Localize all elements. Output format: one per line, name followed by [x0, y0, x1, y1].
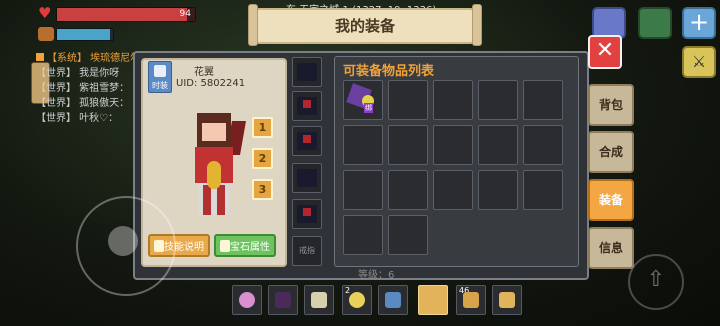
- inventory-slot[interactable]: [388, 125, 428, 165]
- heart-icon: ♥: [38, 4, 52, 22]
- hunger-icon: [38, 27, 54, 41]
- ring-slot-label: 戒指: [299, 246, 315, 255]
- joystick-thumb[interactable]: [108, 226, 138, 256]
- tab-equipment[interactable]: 装备: [588, 179, 634, 221]
- equip-slot-chest[interactable]: [292, 126, 322, 156]
- avatar-weapon: [207, 161, 221, 189]
- plus-button[interactable]: +: [682, 7, 716, 39]
- character-avatar: [185, 113, 246, 221]
- hotbar-slot[interactable]: 46: [456, 285, 486, 315]
- helmet-item: [297, 63, 317, 81]
- dialog-title: 我的装备: [334, 17, 395, 35]
- inventory-slot[interactable]: [388, 170, 428, 210]
- block-item-icon: [463, 292, 479, 308]
- inventory-slot[interactable]: [388, 80, 428, 120]
- tab-info[interactable]: 信息: [588, 227, 634, 269]
- player-level: 等级：6: [358, 270, 395, 281]
- inventory-slot[interactable]: [478, 80, 518, 120]
- hotbar-slot[interactable]: [304, 285, 334, 315]
- legs-item: [297, 169, 317, 187]
- axe-item-icon: [385, 292, 401, 308]
- equip-slot-boots[interactable]: [292, 199, 322, 229]
- jump-button[interactable]: ⇧: [628, 254, 684, 310]
- fashion-button[interactable]: 时装: [148, 61, 172, 93]
- gem-icon: [220, 240, 230, 252]
- avatar-leg-left: [203, 185, 211, 215]
- hotbar-slot[interactable]: [232, 285, 262, 315]
- gem-attributes-button[interactable]: 宝石属性: [214, 234, 276, 257]
- hotbar-count: 2: [345, 286, 351, 295]
- chest-item-accent: [303, 135, 311, 143]
- hotbar-slot-selected[interactable]: [418, 285, 448, 315]
- avatar-leg-right: [217, 185, 225, 215]
- gem-attributes-label: 宝石属性: [230, 242, 270, 253]
- hunger-bar-fill: [57, 29, 111, 40]
- scroll-item-icon: [311, 292, 327, 308]
- hunger-bar: [56, 28, 114, 41]
- weapon-item-accent: [303, 100, 311, 108]
- inventory-slot[interactable]: [433, 125, 473, 165]
- loadout-1-button[interactable]: 1: [252, 117, 273, 138]
- inventory-slot[interactable]: [523, 170, 563, 210]
- inventory-slot[interactable]: [343, 125, 383, 165]
- shop-button[interactable]: [638, 7, 672, 39]
- hotbar-slot[interactable]: 2: [342, 285, 372, 315]
- tab-backpack[interactable]: 背包: [588, 84, 634, 126]
- seed-item-icon: [349, 292, 365, 308]
- bound-tag: 绑: [364, 103, 373, 113]
- inventory-slot[interactable]: [523, 125, 563, 165]
- scroll-knob-left: [248, 4, 258, 46]
- speaker-icon: [36, 53, 44, 61]
- hotbar-slot[interactable]: [378, 285, 408, 315]
- inventory-slot[interactable]: [343, 215, 383, 255]
- inventory-slot[interactable]: [343, 170, 383, 210]
- equip-slot-ring[interactable]: 戒指: [292, 236, 322, 266]
- inventory-title: 可装备物品列表: [343, 64, 435, 79]
- fashion-label: 时装: [152, 81, 168, 90]
- health-value: 94: [179, 9, 191, 19]
- loadout-2-button[interactable]: 2: [252, 148, 273, 169]
- inventory-slot[interactable]: [523, 80, 563, 120]
- player-uid: UID: 5802241: [176, 78, 246, 89]
- tab-crafting[interactable]: 合成: [588, 131, 634, 173]
- health-bar: 94: [56, 7, 196, 22]
- flower-item-icon: [239, 292, 255, 308]
- crossed-swords-button[interactable]: ⚔: [682, 46, 716, 78]
- equip-slot-legs[interactable]: [292, 163, 322, 193]
- dialog-title-banner: 我的装备: [248, 4, 482, 46]
- inventory-slot[interactable]: 绑: [343, 80, 383, 120]
- character-name: 花翼: [194, 67, 214, 78]
- bat-item-icon: [275, 292, 291, 308]
- avatar-face: [202, 123, 226, 141]
- backpack-button[interactable]: [492, 285, 522, 315]
- equip-slot-weapon[interactable]: [292, 91, 322, 121]
- loadout-3-button[interactable]: 3: [252, 179, 273, 200]
- scroll-knob-right: [472, 4, 482, 46]
- inventory-slot[interactable]: [433, 80, 473, 120]
- hotbar-slot[interactable]: [268, 285, 298, 315]
- inventory-slot[interactable]: [433, 170, 473, 210]
- close-button[interactable]: ✕: [588, 35, 622, 69]
- shirt-icon: [154, 65, 166, 77]
- inventory-slot[interactable]: [478, 125, 518, 165]
- equip-slot-helmet[interactable]: [292, 57, 322, 87]
- backpack-icon: [499, 292, 515, 308]
- inventory-slot[interactable]: [478, 170, 518, 210]
- health-bar-fill: [57, 8, 187, 21]
- inventory-slot[interactable]: [388, 215, 428, 255]
- boots-item-accent: [303, 208, 311, 216]
